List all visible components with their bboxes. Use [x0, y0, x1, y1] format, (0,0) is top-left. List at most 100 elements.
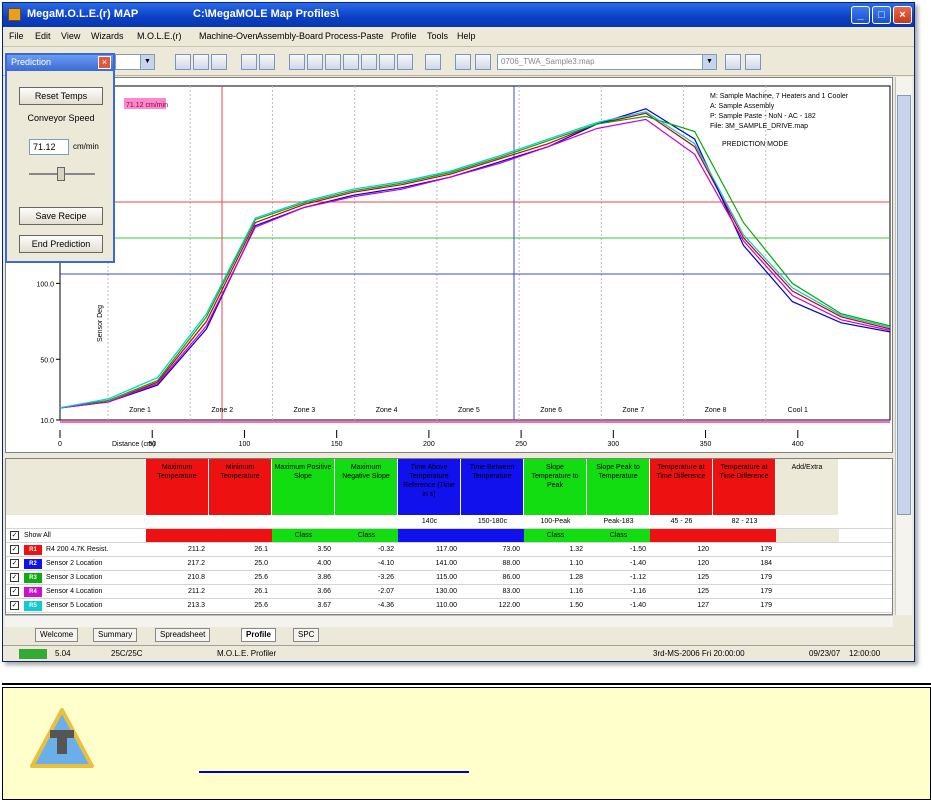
menu-view[interactable]: View	[61, 31, 80, 41]
menu-process-paste[interactable]: Process-Paste	[325, 31, 384, 41]
grid-cell[interactable]: 127	[650, 599, 713, 612]
grid-cell[interactable]: 125	[650, 585, 713, 598]
title-bar[interactable]: MegaM.O.L.E.(r) MAP C:\MegaMOLE Map Prof…	[3, 3, 914, 27]
grid-cell[interactable]: Class	[524, 529, 587, 542]
tab-welcome[interactable]: Welcome	[35, 628, 79, 642]
table-row[interactable]: ✓ R4 Sensor 4 Location 211.2 26.1 3.66 -2.07 13…	[6, 585, 892, 599]
grid-column-header[interactable]: Minimum Temperature	[209, 459, 272, 515]
grid-cell[interactable]: 179	[713, 543, 776, 556]
grid-cell[interactable]: -3.26	[335, 571, 398, 584]
settings-icon[interactable]	[379, 54, 395, 70]
grid-cell[interactable]: 83.00	[461, 585, 524, 598]
grid-cell[interactable]: 25.6	[209, 571, 272, 584]
grid-cell[interactable]	[776, 529, 839, 542]
grid-cell[interactable]	[209, 515, 272, 528]
grid-cell[interactable]: 4.00	[272, 557, 335, 570]
grid-cell[interactable]: 141.00	[398, 557, 461, 570]
grid-cell[interactable]: -4.10	[335, 557, 398, 570]
grid-cell[interactable]: -1.50	[587, 543, 650, 556]
grid-cell[interactable]: 179	[713, 599, 776, 612]
grid-cell[interactable]: 26.1	[209, 543, 272, 556]
grid-cell[interactable]: 120	[650, 543, 713, 556]
minimize-button[interactable]: _	[851, 6, 870, 24]
grid-column-header[interactable]: Temperature at Time Difference	[713, 459, 776, 515]
grid-cell[interactable]: 45 - 26	[650, 515, 713, 528]
grid-column-header[interactable]: Time Between Temperature	[461, 459, 524, 515]
grid-cell[interactable]: 115.00	[398, 571, 461, 584]
grid-cell[interactable]	[650, 529, 713, 542]
grid-cell[interactable]: 1.16	[524, 585, 587, 598]
grid-cell[interactable]: -2.07	[335, 585, 398, 598]
grid-column-header[interactable]: Temperature at Time Difference	[650, 459, 713, 515]
help-icon[interactable]	[425, 54, 441, 70]
grid-cell[interactable]: 213.3	[146, 599, 209, 612]
menu-mole[interactable]: M.O.L.E.(r)	[137, 31, 182, 41]
tab-spc[interactable]: SPC	[293, 628, 320, 642]
menu-edit[interactable]: Edit	[35, 31, 51, 41]
grid-cell[interactable]: Class	[335, 529, 398, 542]
grid-column-header[interactable]: Add/Extra	[776, 459, 839, 515]
grid-column-header[interactable]: Slope Temperature to Peak	[524, 459, 587, 515]
grid-cell[interactable]: 25.6	[209, 599, 272, 612]
grid-icon[interactable]	[289, 54, 305, 70]
refresh-icon[interactable]	[397, 54, 413, 70]
grid-cell[interactable]: 1.32	[524, 543, 587, 556]
grid-cell[interactable]: 122.00	[461, 599, 524, 612]
grid-cell[interactable]	[776, 515, 839, 528]
grid-cell[interactable]: 100-Peak	[524, 515, 587, 528]
table-row[interactable]: ✓ R1 R4 200 4.7K Resist. 211.2 26.1 3.50 -0.32…	[6, 543, 892, 557]
tab-profile[interactable]: Profile	[241, 628, 276, 642]
grid-cell[interactable]	[146, 529, 209, 542]
grid-cell[interactable]	[272, 515, 335, 528]
grid-cell[interactable]: 3.67	[272, 599, 335, 612]
grid-column-header[interactable]: Maximum Negative Slope	[335, 459, 398, 515]
grid-cell[interactable]: -1.12	[587, 571, 650, 584]
table-icon[interactable]	[307, 54, 323, 70]
profile-chart[interactable]: 71.12 cm/min M: Sample Machine, 7 Heater…	[5, 77, 893, 453]
menu-help[interactable]: Help	[457, 31, 476, 41]
row-checkbox[interactable]: ✓	[10, 531, 19, 540]
horizontal-scrollbar[interactable]	[5, 615, 893, 627]
tab-summary[interactable]: Summary	[93, 628, 138, 642]
conveyor-speed-input[interactable]: 71.12	[29, 139, 69, 155]
tip-link[interactable]	[199, 765, 469, 773]
menu-machine-oven[interactable]: Machine-Oven	[199, 31, 258, 41]
grid-cell[interactable]: -0.32	[335, 543, 398, 556]
table-row[interactable]: ✓ Show All Class Class Class Class	[6, 529, 892, 543]
grid-cell[interactable]	[461, 529, 524, 542]
grid-cell[interactable]: 179	[713, 571, 776, 584]
scroll-thumb[interactable]	[897, 95, 911, 515]
add-icon[interactable]	[725, 54, 741, 70]
view-combo[interactable]: ▼	[115, 54, 155, 70]
zoom-out-icon[interactable]	[259, 54, 275, 70]
grid-cell[interactable]: 86.00	[461, 571, 524, 584]
grid-cell[interactable]: 110.00	[398, 599, 461, 612]
close-button[interactable]: ×	[893, 6, 912, 24]
grid-cell[interactable]	[209, 529, 272, 542]
grid-cell[interactable]	[398, 529, 461, 542]
save-recipe-button[interactable]: Save Recipe	[19, 207, 103, 225]
grid-cell[interactable]: 3.86	[272, 571, 335, 584]
grid-cell[interactable]: 1.10	[524, 557, 587, 570]
row-checkbox[interactable]: ✓	[10, 545, 19, 554]
grid-cell[interactable]: -4.36	[335, 599, 398, 612]
speed-slider[interactable]	[29, 167, 95, 181]
layout-icon[interactable]	[361, 54, 377, 70]
grid-cell[interactable]: 179	[713, 585, 776, 598]
grid-cell[interactable]: 184	[713, 557, 776, 570]
grid-cell[interactable]: Class	[587, 529, 650, 542]
row-checkbox[interactable]: ✓	[10, 559, 19, 568]
reset-temps-button[interactable]: Reset Temps	[19, 87, 103, 105]
grid-cell[interactable]: 1.50	[524, 599, 587, 612]
remove-icon[interactable]	[745, 54, 761, 70]
close-icon[interactable]: ×	[98, 56, 111, 69]
grid-column-header[interactable]: Maximum Temperature	[146, 459, 209, 515]
grid-cell[interactable]: Class	[272, 529, 335, 542]
table-row[interactable]: ✓ R5 Sensor 5 Location 213.3 25.6 3.67 -4.36 11…	[6, 599, 892, 613]
zoom-in-icon[interactable]	[241, 54, 257, 70]
grid-cell[interactable]: 25.0	[209, 557, 272, 570]
table-row[interactable]: ✓ R2 Sensor 2 Location 217.2 25.0 4.00 -4.10 14…	[6, 557, 892, 571]
grid-cell[interactable]: 217.2	[146, 557, 209, 570]
slider-handle[interactable]	[57, 167, 65, 181]
grid-cell[interactable]: 82 - 213	[713, 515, 776, 528]
